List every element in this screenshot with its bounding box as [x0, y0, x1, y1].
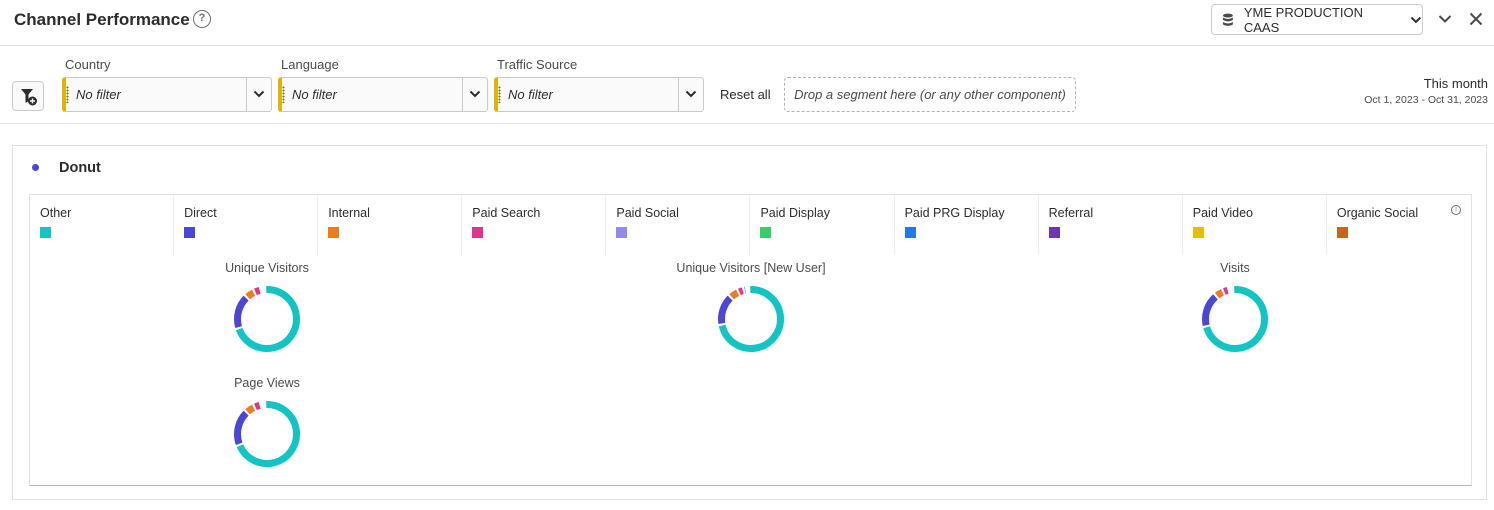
donut-slice-internal[interactable]	[1214, 289, 1224, 299]
legend-label: Paid Display	[760, 206, 830, 220]
legend-label: Paid Video	[1192, 206, 1253, 220]
datasource-label: YME PRODUCTION CAAS	[1243, 4, 1364, 35]
chart-title: Unique Visitors	[225, 261, 309, 275]
chart-title: Page Views	[234, 376, 300, 390]
donut-slice-internal[interactable]	[245, 289, 256, 300]
filter-add-icon	[21, 89, 37, 106]
legend-item[interactable]: Direct	[174, 195, 319, 255]
donut-svg	[234, 401, 300, 467]
donut-slice-paid-search[interactable]	[1223, 287, 1229, 295]
legend-item[interactable]: Other	[30, 195, 175, 255]
traffic-source-filter-dropdown[interactable]: No filter	[494, 77, 704, 112]
language-filter-value: No filter	[292, 87, 337, 102]
donut-slice-paid-search[interactable]	[254, 287, 261, 296]
chart-title: Visits	[1220, 261, 1250, 275]
legend-item[interactable]: Paid PRG Display	[895, 195, 1039, 255]
language-filter-label: Language	[281, 57, 339, 72]
legend-item[interactable]: Organic Social	[1327, 195, 1471, 255]
legend-swatch	[328, 227, 340, 238]
legend-swatch	[904, 227, 916, 238]
legend-item[interactable]: Referral	[1039, 195, 1183, 255]
legend-swatch	[40, 227, 51, 238]
legend-label: Paid Search	[472, 206, 541, 220]
donut-slice-paid-search[interactable]	[254, 402, 261, 411]
panel-header: Channel Performance ? YME PRODUCTION CAA…	[0, 0, 1494, 46]
legend-label: Internal	[328, 206, 370, 220]
country-filter-dropdown[interactable]: No filter	[62, 77, 272, 112]
legend-label: Other	[40, 206, 72, 220]
legend-swatch	[760, 227, 772, 238]
legend-item[interactable]: Paid Display	[750, 195, 895, 255]
drag-handle-icon[interactable]	[282, 86, 285, 103]
info-icon[interactable]: i	[1451, 205, 1461, 215]
legend-label: Direct	[184, 206, 217, 220]
chevron-down-icon	[1410, 16, 1422, 23]
donut-slice-direct[interactable]	[1202, 294, 1218, 326]
donut-slice-direct[interactable]	[234, 410, 249, 445]
reset-all-button[interactable]: Reset all	[720, 87, 771, 102]
legend-swatch	[1336, 227, 1348, 238]
donut-visualization: Other Direct Internal Paid Search Paid Socia…	[29, 194, 1472, 486]
chart-legend: Other Direct Internal Paid Search Paid Socia…	[30, 195, 1471, 255]
legend-item[interactable]: Internal	[318, 195, 463, 255]
drag-handle-icon[interactable]	[498, 86, 501, 103]
donut-slice-other[interactable]	[718, 286, 784, 352]
legend-swatch	[184, 227, 196, 238]
donut-svg	[718, 286, 784, 352]
donut-slice-direct[interactable]	[718, 295, 733, 324]
chevron-down-icon[interactable]	[469, 90, 481, 98]
filter-bar: Country No filter Language No filter Tra…	[0, 46, 1494, 124]
add-filter-button[interactable]	[12, 81, 44, 111]
database-icon	[1222, 13, 1233, 26]
dropdown-divider	[462, 78, 463, 111]
traffic-source-filter-label: Traffic Source	[497, 57, 578, 72]
date-range-picker[interactable]: This month Oct 1, 2023 - Oct 31, 2023	[1364, 76, 1488, 106]
panel-status-dot	[32, 164, 39, 171]
date-range-title: This month	[1423, 76, 1488, 91]
country-filter-value: No filter	[76, 87, 121, 102]
close-icon[interactable]	[1467, 10, 1485, 28]
traffic-source-filter-value: No filter	[508, 87, 553, 102]
chevron-down-icon[interactable]	[685, 90, 697, 98]
legend-item[interactable]: Paid Search	[462, 195, 607, 255]
help-icon[interactable]: ?	[193, 10, 211, 28]
chart-title: Unique Visitors [New User]	[676, 261, 826, 275]
legend-label: Paid Social	[616, 206, 679, 220]
segment-drop-zone[interactable]: Drop a segment here (or any other compon…	[784, 77, 1076, 112]
page-title: Channel Performance	[14, 10, 190, 29]
legend-swatch	[1048, 227, 1060, 238]
donut-slice-internal[interactable]	[729, 289, 740, 300]
dropdown-divider	[678, 78, 679, 111]
legend-swatch	[472, 227, 484, 238]
visualization-panel: Donut Other Direct Internal Paid Search Paid…	[12, 145, 1487, 500]
legend-swatch	[1192, 227, 1204, 238]
drag-handle-icon[interactable]	[66, 86, 69, 103]
date-range-value: Oct 1, 2023 - Oct 31, 2023	[1364, 94, 1488, 106]
donut-svg	[1202, 286, 1268, 352]
datasource-button[interactable]: YME PRODUCTION CAAS	[1211, 4, 1423, 35]
country-filter-label: Country	[65, 57, 111, 72]
donut-slice-other[interactable]	[236, 401, 300, 467]
legend-swatch	[616, 227, 628, 238]
donut-slice-paid-search[interactable]	[738, 287, 744, 296]
donut-svg	[234, 286, 300, 352]
donut-slice-internal[interactable]	[245, 404, 256, 415]
collapse-chevron-icon[interactable]	[1436, 10, 1454, 28]
legend-item[interactable]: Paid Video	[1183, 195, 1327, 255]
donut-slice-other[interactable]	[235, 286, 300, 352]
legend-label: Paid PRG Display	[904, 206, 1005, 220]
legend-label: Referral	[1048, 206, 1094, 220]
dropdown-divider	[246, 78, 247, 111]
visualization-title[interactable]: Donut	[59, 160, 101, 176]
language-filter-dropdown[interactable]: No filter	[278, 77, 488, 112]
donut-slice-direct[interactable]	[234, 295, 249, 329]
chevron-down-icon[interactable]	[253, 90, 265, 98]
legend-item[interactable]: Paid Social	[606, 195, 751, 255]
